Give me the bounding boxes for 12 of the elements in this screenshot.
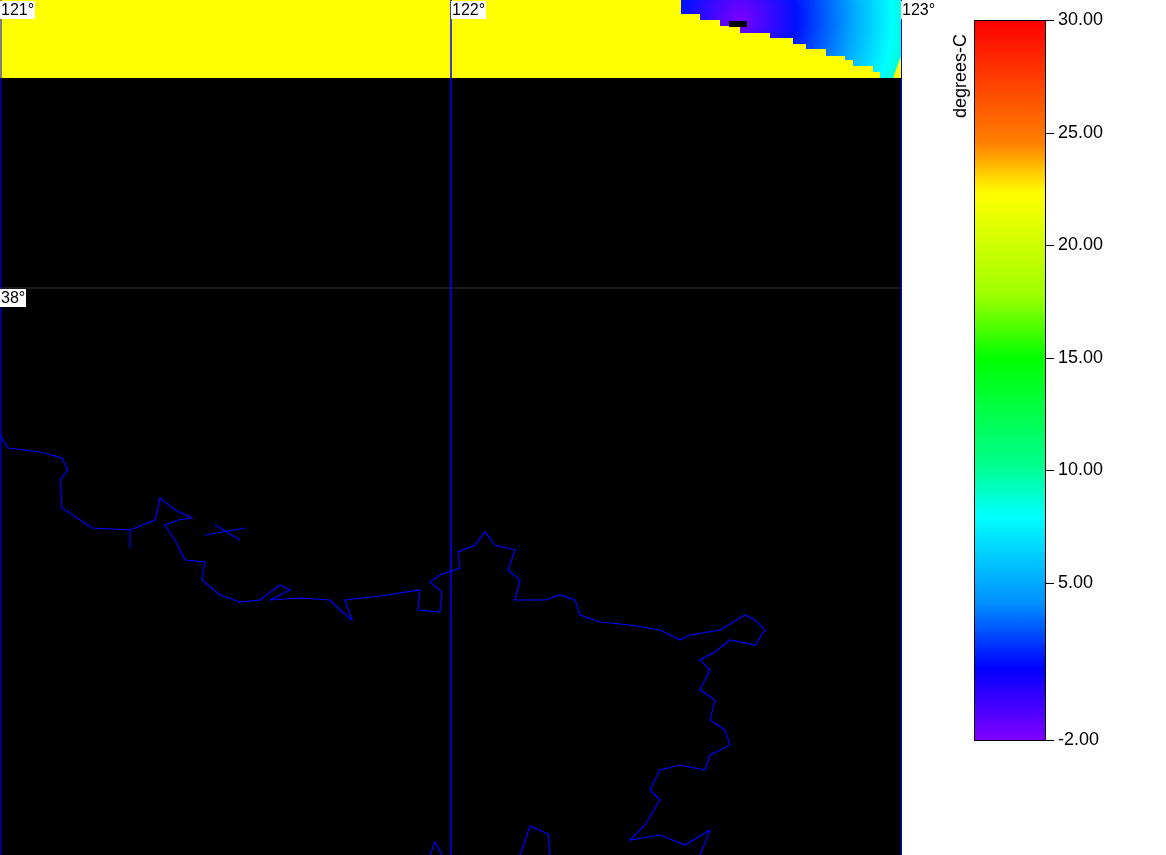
longitude-label: 121° <box>0 1 36 19</box>
tick-label: 30.00 <box>1058 9 1104 30</box>
unit-label: degrees-C <box>949 33 971 121</box>
tick-label: 5.00 <box>1058 571 1094 593</box>
longitude-label: 123° <box>901 1 937 19</box>
longitude-label: 122° <box>451 1 487 19</box>
latitude-label: 38° <box>0 289 27 307</box>
tick-label: 15.00 <box>1058 346 1104 368</box>
tick-label: 10.00 <box>1058 459 1104 480</box>
tick-label: 25.00 <box>1058 121 1104 143</box>
tick-label: 20.00 <box>1058 234 1104 255</box>
tick-label: -2.00 <box>1058 728 1100 750</box>
